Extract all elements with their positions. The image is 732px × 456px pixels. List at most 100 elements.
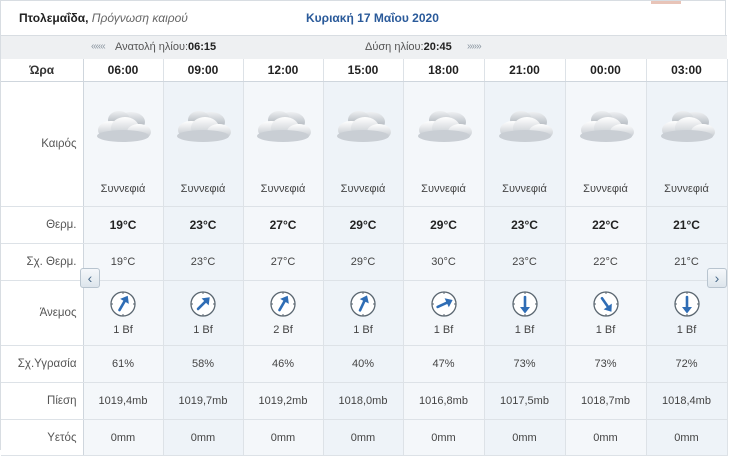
temperature-value: 27°C [243, 206, 324, 244]
pressure-value: 1016,8mb [403, 382, 485, 420]
wind-cell: 1 Bf [163, 280, 244, 346]
hour-cell: 09:00 [163, 59, 244, 82]
humidity-value: 73% [565, 345, 647, 383]
temperature-value: 19°C [83, 206, 164, 244]
wind-force: 2 Bf [273, 324, 293, 336]
precipitation-value: 0mm [646, 419, 728, 456]
precipitation-value: 0mm [484, 419, 566, 456]
hour-cell: 18:00 [403, 59, 485, 82]
wind-row: Άνεμος 1 Bf 1 Bf 2 Bf 1 Bf 1 Bf 1 Bf 1 Bf 1 Bf [1, 280, 728, 346]
pressure-value: 1019,4mb [83, 382, 164, 420]
humidity-label: Σχ.Υγρασία [1, 345, 84, 383]
humidity-value: 58% [163, 345, 244, 383]
cloudy-icon [412, 106, 476, 149]
temperature-row: Θερμ. 19°C 23°C 27°C 29°C 29°C 23°C 22°C 21°C [1, 206, 728, 244]
hour-label: Ώρα [1, 59, 84, 82]
pressure-value: 1019,7mb [163, 382, 244, 420]
temperature-value: 23°C [484, 206, 566, 244]
temperature-value: 29°C [323, 206, 404, 244]
cloudy-icon [171, 106, 235, 149]
location-subtitle: Πρόγνωση καιρού [91, 11, 188, 25]
wind-direction-arrow-icon [673, 290, 701, 321]
weather-description: Συννεφιά [323, 172, 404, 207]
sunset-label: Δύση ηλίου: [365, 41, 424, 53]
precipitation-value: 0mm [163, 419, 244, 456]
cloudy-icon [331, 106, 395, 149]
feels-like-value: 30°C [403, 243, 485, 281]
pressure-value: 1018,0mb [323, 382, 404, 420]
feels-like-value: 23°C [484, 243, 566, 281]
humidity-row: Σχ.Υγρασία 61% 58% 46% 40% 47% 73% 73% 72% [1, 345, 728, 383]
pressure-row: Πίεση 1019,4mb 1019,7mb 1019,2mb 1018,0mb 10… [1, 382, 728, 420]
weather-icon-cell [565, 81, 647, 172]
wind-force: 1 Bf [113, 324, 133, 336]
temperature-value: 21°C [646, 206, 728, 244]
weather-description: Συννεφιά [163, 172, 244, 207]
weather-description: Συννεφιά [484, 172, 566, 207]
wind-force: 1 Bf [433, 324, 454, 336]
wind-cell: 1 Bf [83, 280, 164, 346]
pressure-value: 1017,5mb [484, 382, 566, 420]
precipitation-value: 0mm [243, 419, 324, 456]
weather-icon-cell [403, 81, 485, 172]
feels-like-value: 23°C [163, 243, 244, 281]
scroll-right-button[interactable]: › [707, 268, 727, 288]
hour-cell: 15:00 [323, 59, 404, 82]
next-day-chevrons[interactable]: »»» [467, 41, 482, 52]
sun-times-bar: ««« Ανατολή ηλίου:06:15 Δύση ηλίου:20:45… [1, 35, 727, 60]
wind-direction-arrow-icon [349, 290, 377, 321]
pressure-value: 1018,7mb [565, 382, 647, 420]
weather-icon-cell [484, 81, 566, 172]
wind-cell: 1 Bf [565, 280, 647, 346]
wind-direction-arrow-icon [109, 290, 137, 321]
wind-force: 1 Bf [353, 324, 373, 336]
sunset-time: 20:45 [423, 41, 452, 53]
feels-like-value: 27°C [243, 243, 324, 281]
weather-icon-cell [83, 81, 164, 172]
previous-day-chevrons[interactable]: ««« [91, 41, 106, 52]
weather-description: Συννεφιά [646, 172, 728, 207]
wind-cell: 1 Bf [646, 280, 728, 346]
pressure-value: 1018,4mb [646, 382, 728, 420]
pressure-label: Πίεση [1, 382, 84, 420]
wind-cell: 1 Bf [403, 280, 485, 346]
precipitation-value: 0mm [323, 419, 404, 456]
wind-force: 1 Bf [676, 324, 697, 336]
location-title: Πτολεμαΐδα, Πρόγνωση καιρού [19, 11, 188, 25]
forecast-header: Πτολεμαΐδα, Πρόγνωση καιρού Κυριακή 17 Μ… [1, 1, 727, 35]
weather-icon-cell [646, 81, 728, 172]
pressure-value: 1019,2mb [243, 382, 324, 420]
weather-icon-cell [323, 81, 404, 172]
weather-description: Συννεφιά [243, 172, 324, 207]
forecast-panel: Πτολεμαΐδα, Πρόγνωση καιρού Κυριακή 17 Μ… [0, 0, 728, 456]
temperature-value: 29°C [403, 206, 485, 244]
precipitation-value: 0mm [83, 419, 164, 456]
precipitation-row: Υετός 0mm 0mm 0mm 0mm 0mm 0mm 0mm 0mm [1, 419, 728, 456]
wind-direction-arrow-icon [269, 290, 297, 321]
temperature-label: Θερμ. [1, 206, 84, 244]
wind-force: 1 Bf [514, 324, 535, 336]
wind-force: 1 Bf [193, 324, 213, 336]
precipitation-value: 0mm [565, 419, 647, 456]
hour-cell: 12:00 [243, 59, 324, 82]
cloudy-icon [493, 106, 557, 149]
forecast-date: Κυριακή 17 Μαΐου 2020 [306, 11, 439, 25]
humidity-value: 72% [646, 345, 728, 383]
hour-cell: 00:00 [565, 59, 647, 82]
humidity-value: 61% [83, 345, 164, 383]
wind-label: Άνεμος [1, 280, 84, 346]
humidity-value: 40% [323, 345, 404, 383]
cloudy-icon [574, 106, 638, 149]
wind-direction-arrow-icon [430, 290, 458, 321]
wind-force: 1 Bf [595, 324, 616, 336]
humidity-value: 73% [484, 345, 566, 383]
location-name: Πτολεμαΐδα, [19, 11, 89, 25]
sunrise-time: 06:15 [188, 41, 217, 53]
humidity-value: 47% [403, 345, 485, 383]
wind-direction-arrow-icon [189, 290, 217, 321]
temperature-value: 23°C [163, 206, 244, 244]
wind-cell: 1 Bf [484, 280, 566, 346]
scroll-left-button[interactable]: ‹ [80, 268, 100, 288]
feels-like-value: 22°C [565, 243, 647, 281]
wind-cell: 1 Bf [323, 280, 404, 346]
